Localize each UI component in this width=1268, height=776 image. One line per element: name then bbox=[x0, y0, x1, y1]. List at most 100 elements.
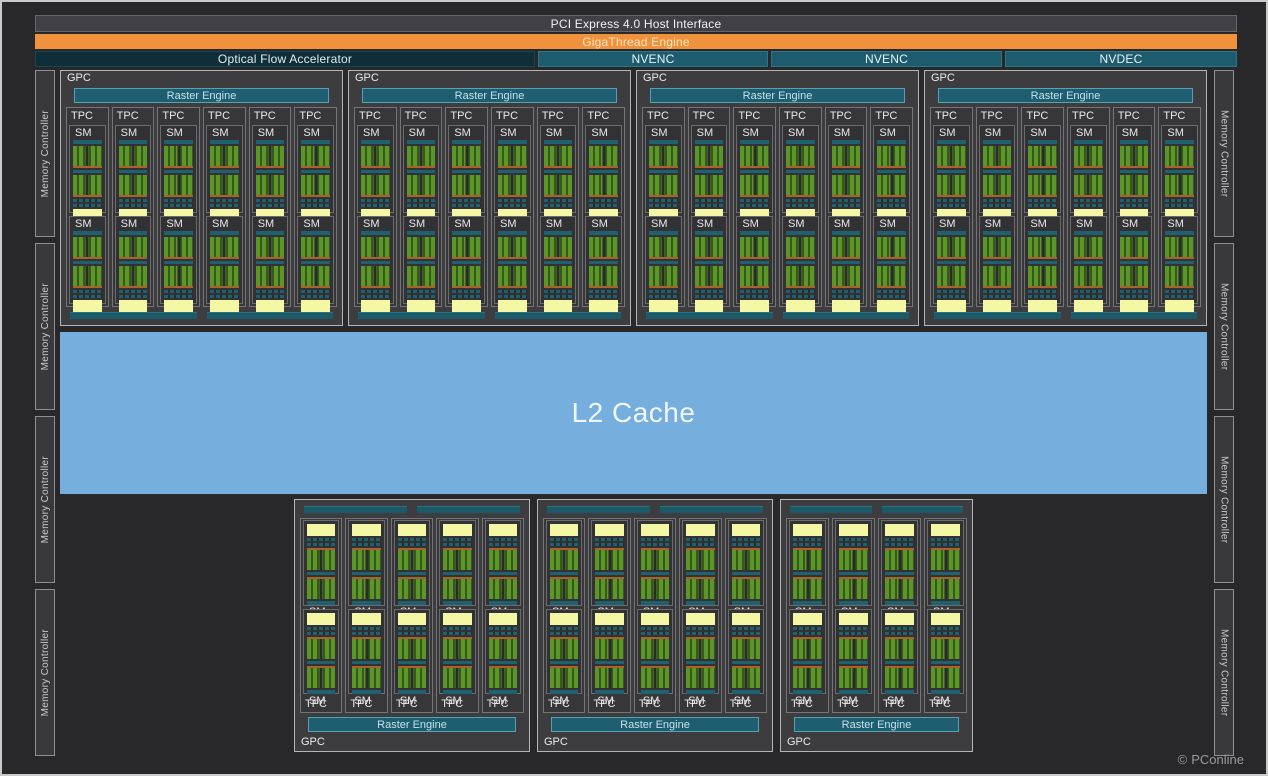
sm-label: SM bbox=[498, 126, 527, 140]
sm-green-core-grid bbox=[301, 175, 330, 197]
sm-label: SM bbox=[937, 217, 966, 231]
sm-yellow-block bbox=[931, 524, 960, 536]
sm-dash-bar bbox=[443, 543, 471, 546]
tpc-label: TPC bbox=[544, 696, 584, 712]
sm-dash-bar bbox=[119, 290, 148, 293]
sm-block: SM bbox=[835, 609, 872, 695]
sm-teal-bar-thin bbox=[641, 572, 669, 575]
sm-teal-bar bbox=[1120, 231, 1149, 235]
tpc-label: TPC bbox=[871, 108, 912, 124]
sm-dash-bar bbox=[361, 199, 390, 202]
sm-label: SM bbox=[589, 126, 618, 140]
sm-block: SM bbox=[303, 520, 339, 606]
gpc-label: GPC bbox=[925, 71, 1206, 86]
sm-label: SM bbox=[544, 126, 573, 140]
tpc-label: TPC bbox=[204, 108, 245, 124]
sm-teal-bar-thin bbox=[641, 661, 669, 664]
raster-engine-bar: Raster Engine bbox=[650, 88, 905, 103]
sm-teal-bar-thin bbox=[983, 170, 1012, 173]
sm-teal-bar bbox=[119, 231, 148, 235]
tpc-column: TPCSMSM bbox=[112, 107, 155, 307]
raster-engine-bar: Raster Engine bbox=[551, 717, 759, 732]
sm-yellow-block bbox=[793, 524, 822, 536]
sm-green-core-grid bbox=[885, 548, 914, 570]
sm-dash-bar bbox=[695, 295, 724, 298]
sm-dash-bar bbox=[931, 627, 960, 630]
sm-block: SM bbox=[348, 520, 384, 606]
sm-dash-bar bbox=[498, 290, 527, 293]
sm-green-core-grid bbox=[695, 146, 724, 168]
sm-yellow-block bbox=[1028, 300, 1057, 312]
tpc-column: TPCSMSM bbox=[203, 107, 246, 307]
gpc-bottom-bars bbox=[934, 312, 1197, 319]
sm-green-core-grid bbox=[307, 548, 335, 570]
sm-teal-bar-thin bbox=[489, 572, 517, 575]
sm-teal-bar-thin bbox=[937, 170, 966, 173]
sm-teal-bar-thin bbox=[443, 661, 471, 664]
sm-green-core-grid bbox=[73, 146, 102, 168]
optical-flow-accelerator-bar: Optical Flow Accelerator bbox=[35, 51, 535, 67]
tpc-column: SMSMTPC bbox=[725, 518, 767, 713]
sm-label: SM bbox=[256, 126, 285, 140]
sm-block: SM bbox=[160, 216, 197, 304]
sm-yellow-block bbox=[695, 300, 724, 312]
sm-block: SM bbox=[736, 216, 773, 304]
tpc-label: TPC bbox=[635, 696, 675, 712]
sm-teal-bar bbox=[649, 231, 678, 235]
sm-green-core-grid bbox=[839, 666, 868, 688]
sm-green-core-grid bbox=[164, 146, 193, 168]
sm-green-core-grid bbox=[686, 666, 714, 688]
tpc-column: TPCSMSM bbox=[976, 107, 1019, 307]
tpc-label: TPC bbox=[301, 696, 341, 712]
nvdec-bar: NVDEC bbox=[1005, 51, 1237, 67]
sm-label: SM bbox=[1028, 126, 1057, 140]
sm-block: SM bbox=[591, 520, 627, 606]
sm-yellow-block bbox=[73, 300, 102, 312]
sm-teal-bar bbox=[452, 231, 481, 235]
sm-dash-bar bbox=[73, 204, 102, 207]
sm-green-core-grid bbox=[937, 237, 966, 259]
sm-dash-bar bbox=[73, 199, 102, 202]
sm-label: SM bbox=[73, 126, 102, 140]
sm-block: SM bbox=[348, 609, 384, 695]
sm-label: SM bbox=[1120, 217, 1149, 231]
tpc-column: TPCSMSM bbox=[1067, 107, 1110, 307]
sm-green-core-grid bbox=[832, 175, 861, 197]
sm-block: SM bbox=[927, 520, 964, 606]
sm-teal-bar-thin bbox=[544, 261, 573, 264]
sm-dash-bar bbox=[1028, 290, 1057, 293]
sm-block: SM bbox=[1070, 216, 1107, 304]
sm-yellow-block bbox=[352, 524, 380, 536]
sm-label: SM bbox=[452, 126, 481, 140]
sm-green-core-grid bbox=[164, 266, 193, 288]
sm-green-core-grid bbox=[443, 577, 471, 599]
sm-dash-bar bbox=[877, 295, 906, 298]
sm-teal-bar-thin bbox=[931, 572, 960, 575]
sm-teal-bar bbox=[1028, 231, 1057, 235]
sm-teal-bar-thin bbox=[489, 661, 517, 664]
sm-label: SM bbox=[544, 217, 573, 231]
sm-yellow-block bbox=[931, 613, 960, 625]
sm-block: SM bbox=[494, 125, 531, 213]
sm-dash-bar bbox=[164, 204, 193, 207]
sm-green-core-grid bbox=[793, 548, 822, 570]
sm-dash-bar bbox=[786, 290, 815, 293]
sm-yellow-block bbox=[686, 524, 714, 536]
sm-dash-bar bbox=[595, 627, 623, 630]
sm-green-core-grid bbox=[877, 266, 906, 288]
sm-dash-bar bbox=[740, 204, 769, 207]
sm-block: SM bbox=[691, 216, 728, 304]
sm-yellow-block bbox=[443, 524, 471, 536]
sm-dash-bar bbox=[498, 199, 527, 202]
tpc-column: SMSMTPC bbox=[588, 518, 630, 713]
sm-green-core-grid bbox=[119, 146, 148, 168]
sm-green-core-grid bbox=[210, 266, 239, 288]
sm-green-core-grid bbox=[732, 666, 760, 688]
sm-dash-bar bbox=[1028, 295, 1057, 298]
sm-teal-bar-thin bbox=[544, 170, 573, 173]
sm-teal-bar bbox=[786, 231, 815, 235]
memory-controller-label: Memory Controller bbox=[40, 629, 51, 716]
sm-label: SM bbox=[1165, 217, 1194, 231]
sm-teal-bar-thin bbox=[686, 661, 714, 664]
sm-dash-bar bbox=[307, 627, 335, 630]
